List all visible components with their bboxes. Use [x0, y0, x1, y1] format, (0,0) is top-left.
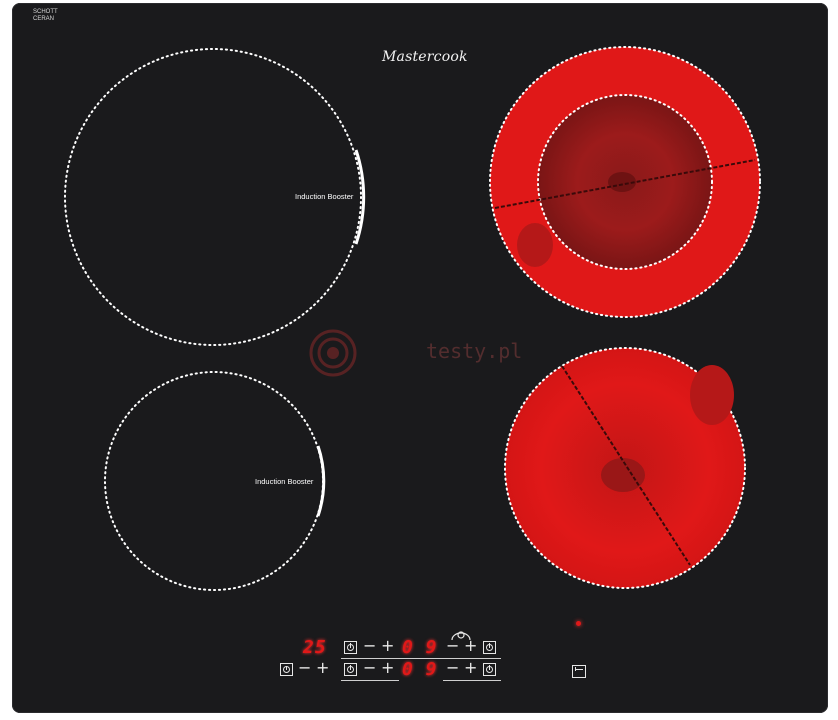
plus-rear-right-button[interactable]: +	[464, 638, 477, 654]
rear-left-booster-label: Induction Booster	[295, 192, 354, 201]
front-left-booster-label: Induction Booster	[255, 477, 314, 486]
plus-rear-button[interactable]: +	[381, 638, 394, 654]
watermark-text: testy.pl	[426, 339, 523, 363]
hob-graphics	[64, 46, 761, 641]
minus-front-right-button[interactable]: −	[446, 660, 459, 676]
timer-button[interactable]	[280, 663, 293, 676]
brand-logo: Mastercook	[382, 49, 468, 65]
timer-minus-button[interactable]: −	[298, 660, 311, 676]
power-rear-right-button[interactable]	[483, 641, 496, 654]
zone-front-right-hot	[504, 347, 746, 589]
control-underline-right	[443, 680, 501, 681]
indicator-led	[576, 621, 581, 626]
minus-front-button[interactable]: −	[363, 660, 376, 676]
timer-plus-button[interactable]: +	[316, 660, 329, 676]
rear-zone-display: 0 9	[402, 637, 438, 658]
glass-maker-label: SCHOTT CERAN	[33, 9, 58, 22]
front-zone-display: 0 9	[402, 659, 438, 680]
power-rear-left-button[interactable]	[344, 641, 357, 654]
timer-display: 25	[303, 637, 327, 658]
minus-rear-right-button[interactable]: −	[446, 638, 459, 654]
plus-front-right-button[interactable]: +	[464, 660, 477, 676]
cooktop-photo: SCHOTT CERAN Mastercook testy.pl Inducti…	[0, 0, 838, 720]
key-lock-icon[interactable]	[572, 665, 586, 678]
plus-front-button[interactable]: +	[381, 660, 394, 676]
watermark-logo	[309, 329, 357, 377]
power-front-left-button[interactable]	[344, 663, 357, 676]
control-underline-left	[341, 680, 399, 681]
zone-rear-right-hot	[489, 46, 761, 318]
minus-rear-button[interactable]: −	[363, 638, 376, 654]
power-front-right-button[interactable]	[483, 663, 496, 676]
